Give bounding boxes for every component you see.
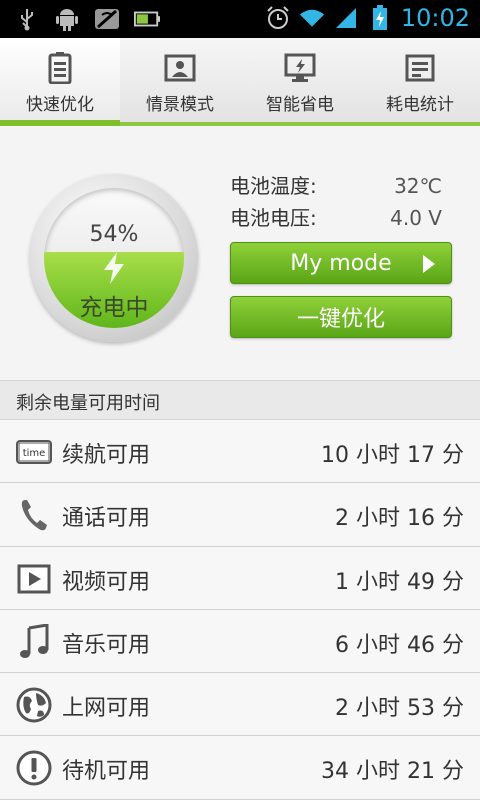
- row-label: 视频可用: [62, 569, 151, 595]
- time-icon: time: [16, 434, 52, 470]
- clock-time: 10:02: [400, 4, 470, 32]
- optimize-label: 一键优化: [296, 307, 385, 332]
- row-value: 1 小时 49 分: [335, 569, 464, 595]
- section-header: 剩余电量可用时间: [0, 380, 480, 420]
- charging-status: 充电中: [79, 295, 149, 321]
- row-value: 34 小时 21 分: [321, 759, 464, 785]
- globe-icon: [16, 687, 52, 723]
- arrow-right-icon: [423, 255, 435, 273]
- tab-label: 智能省电: [266, 94, 334, 115]
- row-label: 上网可用: [62, 696, 151, 722]
- list-tab-icon: [402, 52, 438, 84]
- list-item: 待机可用 34 小时 21 分: [0, 736, 480, 800]
- tab-scene-mode[interactable]: 情景模式: [120, 38, 240, 122]
- battery-temperature-row: 电池温度: 32℃: [230, 170, 460, 202]
- row-value: 2 小时 53 分: [335, 696, 464, 722]
- no-sim-icon: [94, 6, 120, 32]
- battery-gauge: 54% 充电中: [30, 174, 198, 342]
- battery-charging-icon: [367, 5, 393, 31]
- battery-percent: 54%: [89, 222, 139, 247]
- row-value: 2 小时 16 分: [335, 506, 464, 532]
- my-mode-button[interactable]: My mode: [230, 242, 452, 284]
- tab-label: 快速优化: [26, 94, 94, 115]
- my-mode-label: My mode: [290, 250, 392, 276]
- tab-bar: 快速优化 情景模式 智能省电 耗电统计: [0, 38, 480, 126]
- voltage-value: 4.0 V: [390, 206, 442, 230]
- video-icon: [16, 561, 52, 597]
- row-label: 通话可用: [62, 506, 151, 532]
- remaining-time-list: time 续航可用 10 小时 17 分 通话可用 2 小时 16 分 视频可用…: [0, 420, 480, 800]
- monitor-tab-icon: [282, 52, 318, 84]
- list-item: 视频可用 1 小时 49 分: [0, 546, 480, 610]
- battery-voltage-row: 电池电压: 4.0 V: [230, 202, 460, 234]
- android-icon: [54, 6, 80, 32]
- usb-icon: [14, 6, 40, 32]
- alarm-icon: [265, 5, 291, 31]
- status-bar: 10:02: [0, 0, 480, 38]
- row-label: 续航可用: [62, 443, 151, 468]
- tab-label: 耗电统计: [386, 94, 454, 115]
- list-item: 通话可用 2 小时 16 分: [0, 483, 480, 547]
- list-item: 音乐可用 6 小时 46 分: [0, 609, 480, 674]
- section-title: 剩余电量可用时间: [16, 393, 160, 414]
- row-label: 待机可用: [62, 759, 151, 785]
- tab-label: 情景模式: [146, 94, 214, 115]
- tab-quick-optimize[interactable]: 快速优化: [0, 38, 120, 126]
- svg-text:time: time: [23, 448, 46, 459]
- one-key-optimize-button[interactable]: 一键优化: [230, 296, 452, 338]
- battery-info: 电池温度: 32℃ 电池电压: 4.0 V: [230, 170, 460, 234]
- phone-icon: [16, 497, 52, 533]
- wifi-icon: [299, 5, 325, 31]
- list-item: time 续航可用 10 小时 17 分: [0, 420, 480, 484]
- music-icon: [16, 623, 52, 660]
- row-value: 6 小时 46 分: [335, 632, 464, 658]
- row-value: 10 小时 17 分: [321, 443, 464, 468]
- charging-bolt-icon: [104, 252, 124, 284]
- voltage-label: 电池电压:: [230, 206, 317, 230]
- standby-icon: [16, 750, 52, 786]
- tab-power-stats[interactable]: 耗电统计: [360, 38, 480, 122]
- battery-panel: 54% 充电中 电池温度: 32℃ 电池电压: 4.0 V My mode 一键…: [0, 126, 480, 380]
- tab-smart-save[interactable]: 智能省电: [240, 38, 360, 122]
- battery-app-icon: [134, 6, 160, 32]
- list-item: 上网可用 2 小时 53 分: [0, 673, 480, 737]
- temperature-value: 32℃: [394, 174, 442, 198]
- temperature-label: 电池温度:: [230, 174, 317, 198]
- battery-tab-icon: [42, 51, 78, 84]
- row-label: 音乐可用: [62, 632, 151, 658]
- signal-icon: [333, 5, 359, 31]
- picture-tab-icon: [162, 52, 198, 84]
